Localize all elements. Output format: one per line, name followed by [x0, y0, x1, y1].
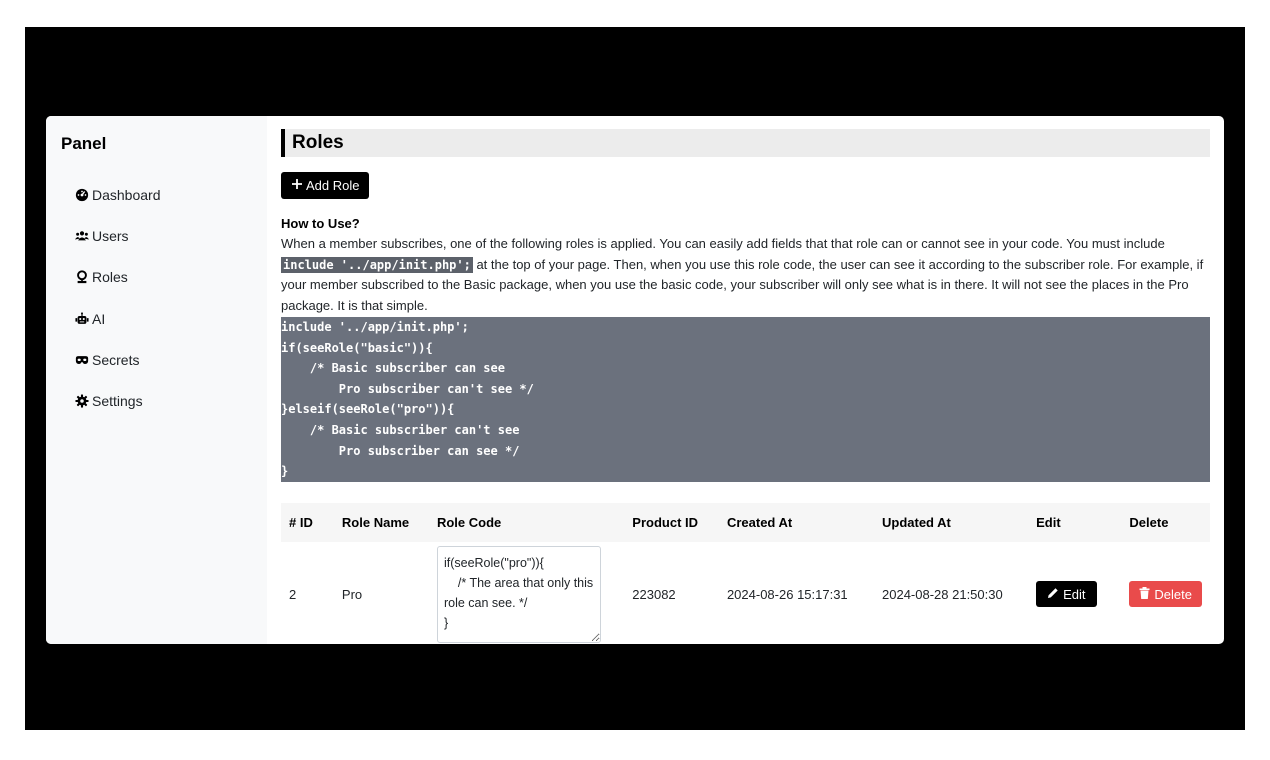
dashboard-icon — [74, 187, 90, 203]
header-delete: Delete — [1129, 515, 1169, 530]
app-window: Panel Dashboard Users Roles AI Secrets S… — [46, 116, 1224, 644]
sidebar-item-settings[interactable]: Settings — [74, 380, 161, 421]
sidebar: Panel Dashboard Users Roles AI Secrets S… — [46, 116, 267, 644]
cell-edit: Edit — [1028, 542, 1121, 644]
header-edit: Edit — [1036, 515, 1061, 530]
header-updated-at: Updated At — [882, 515, 951, 530]
cell-role-code: if(seeRole("pro")){ /* The area that onl… — [429, 542, 624, 644]
gear-icon — [74, 393, 90, 409]
table-header-row: # ID Role Name Role Code Product ID Crea… — [281, 503, 1210, 542]
sidebar-item-label: Users — [92, 227, 129, 244]
sidebar-item-label: Settings — [92, 393, 143, 410]
header-role-name: Role Name — [341, 515, 410, 530]
header-product-id: Product ID — [632, 515, 699, 530]
cell-created-at: 2024-08-26 15:17:31 — [726, 586, 848, 602]
sidebar-item-label: Dashboard — [92, 186, 161, 203]
page-title: Roles — [292, 132, 344, 153]
sidebar-item-label: Secrets — [92, 351, 140, 368]
table-row: 2 Pro if(seeRole("pro")){ /* The area th… — [281, 542, 1210, 644]
role-code-textarea[interactable]: if(seeRole("pro")){ /* The area that onl… — [436, 545, 601, 643]
cell-delete: Delete — [1121, 542, 1210, 644]
page-title-bar: Roles — [281, 129, 1210, 157]
header-created-at: Created At — [726, 515, 793, 530]
robot-icon — [74, 311, 90, 327]
delete-label: Delete — [1154, 586, 1192, 602]
inline-code-include: include '../app/init.php'; — [281, 256, 473, 273]
plus-icon — [291, 178, 303, 193]
roles-table: # ID Role Name Role Code Product ID Crea… — [281, 503, 1210, 644]
sidebar-item-ai[interactable]: AI — [74, 298, 161, 339]
cell-product-id: 223082 — [632, 586, 676, 602]
roles-icon — [74, 269, 90, 285]
add-role-label: Add Role — [306, 178, 360, 193]
code-sample-block: include '../app/init.php'; if(seeRole("b… — [281, 317, 1210, 482]
sidebar-item-label: Roles — [92, 269, 128, 286]
pencil-icon — [1047, 587, 1059, 602]
sidebar-item-users[interactable]: Users — [74, 215, 161, 256]
trash-icon — [1139, 586, 1150, 602]
howto-text-part-1: When a member subscribes, one of the fol… — [281, 236, 1165, 251]
sidebar-item-dashboard[interactable]: Dashboard — [74, 174, 161, 215]
sidebar-nav: Dashboard Users Roles AI Secrets Setting… — [74, 174, 161, 422]
edit-button[interactable]: Edit — [1036, 581, 1097, 607]
main-content: Roles Add Role How to Use? When a member… — [281, 116, 1224, 644]
delete-button[interactable]: Delete — [1129, 581, 1202, 607]
add-role-button[interactable]: Add Role — [281, 172, 370, 199]
users-icon — [74, 228, 90, 244]
cell-id: 2 — [289, 586, 297, 602]
sidebar-item-roles[interactable]: Roles — [74, 257, 161, 298]
sidebar-item-secrets[interactable]: Secrets — [74, 339, 161, 380]
howto-text: When a member subscribes, one of the fol… — [281, 234, 1216, 316]
header-id: # ID — [289, 515, 313, 530]
cell-updated-at: 2024-08-28 21:50:30 — [882, 586, 1003, 602]
sidebar-item-label: AI — [92, 310, 106, 327]
header-role-code: Role Code — [436, 515, 502, 530]
edit-label: Edit — [1063, 586, 1086, 602]
cell-role-name: Pro — [341, 586, 363, 602]
mask-icon — [74, 352, 90, 368]
sidebar-brand: Panel — [61, 134, 107, 153]
howto-title: How to Use? — [281, 216, 360, 231]
